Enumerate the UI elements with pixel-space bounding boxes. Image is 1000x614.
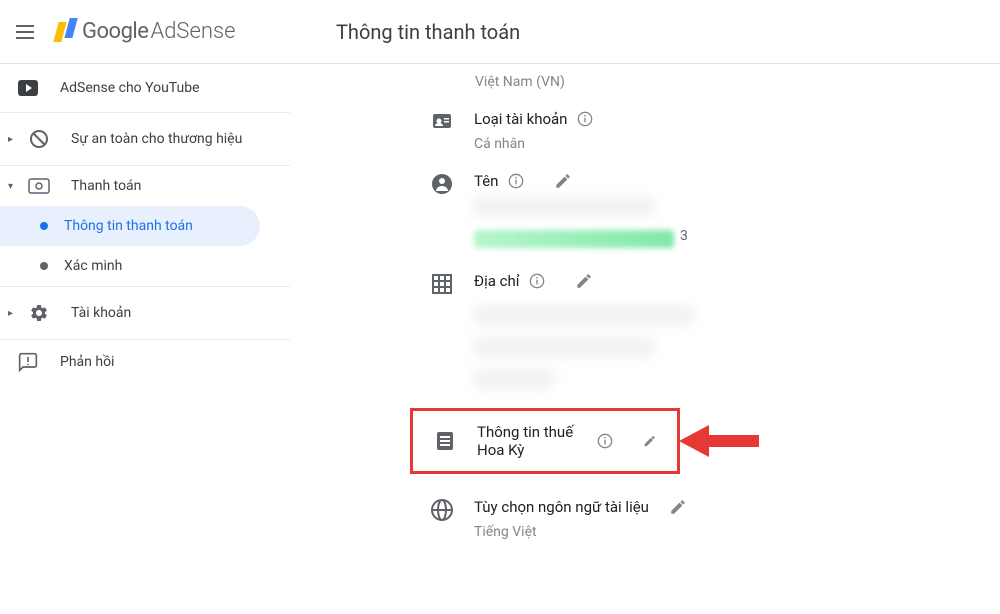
address-label: Địa chỉ: [474, 272, 519, 290]
sidebar-nav: AdSense cho YouTube ▸ Sự an toàn cho thư…: [0, 64, 290, 614]
sidebar-label: Thông tin thanh toán: [64, 218, 193, 234]
expand-arrow-icon: ▸: [8, 134, 13, 145]
address-icon: [430, 272, 454, 296]
page-title: Thông tin thanh toán: [336, 20, 520, 44]
sidebar-subitem-verify[interactable]: Xác minh: [0, 246, 290, 286]
sidebar-subitem-payment-info[interactable]: Thông tin thanh toán: [0, 206, 260, 246]
dot-icon: [40, 222, 48, 230]
brand-adsense: AdSense: [150, 19, 235, 44]
sidebar-item-feedback[interactable]: Phản hồi: [0, 340, 290, 384]
sidebar-label: Sự an toàn cho thương hiệu: [71, 131, 242, 147]
blurred-highlight: [474, 230, 674, 248]
language-label: Tùy chọn ngôn ngữ tài liệu: [474, 498, 649, 516]
info-icon[interactable]: [508, 173, 524, 189]
adsense-logo-icon: [56, 22, 74, 42]
sidebar-item-youtube[interactable]: AdSense cho YouTube: [0, 64, 290, 113]
info-icon[interactable]: [577, 111, 593, 127]
app-header: Google AdSense Thông tin thanh toán: [0, 0, 1000, 64]
blurred-name: [474, 198, 654, 216]
tax-info-label: Thông tin thuế Hoa Kỳ: [477, 423, 587, 459]
country-value: Việt Nam (VN): [330, 74, 960, 90]
sidebar-item-payments[interactable]: ▾ Thanh toán: [0, 166, 290, 206]
account-type-icon: [430, 110, 454, 134]
account-type-value: Cá nhân: [474, 136, 960, 152]
edit-icon[interactable]: [643, 432, 657, 450]
expand-arrow-icon: ▾: [8, 181, 13, 192]
brand-google: Google: [82, 19, 148, 44]
name-label: Tên: [474, 172, 498, 190]
document-icon: [433, 429, 457, 453]
edit-icon[interactable]: [669, 498, 687, 516]
edit-icon[interactable]: [575, 272, 593, 290]
feedback-icon: [16, 352, 40, 372]
payment-icon: [27, 178, 51, 194]
person-icon: [430, 172, 454, 196]
sidebar-item-brand-safety[interactable]: ▸ Sự an toàn cho thương hiệu: [0, 113, 290, 166]
globe-icon: [430, 498, 454, 522]
blurred-address: [474, 298, 960, 388]
content-area: Việt Nam (VN) Loại tài khoản Cá nhân Tên: [290, 64, 1000, 614]
sidebar-label: Phản hồi: [60, 354, 114, 370]
account-type-row: Loại tài khoản Cá nhân: [330, 110, 960, 152]
language-value: Tiếng Việt: [474, 524, 960, 540]
logo-section[interactable]: Google AdSense: [56, 19, 296, 44]
dot-icon: [40, 262, 48, 270]
account-type-label: Loại tài khoản: [474, 110, 567, 128]
info-icon[interactable]: [529, 273, 545, 289]
sidebar-label: AdSense cho YouTube: [60, 80, 200, 96]
arrow-annotation-icon: [679, 421, 759, 461]
language-row: Tùy chọn ngôn ngữ tài liệu Tiếng Việt: [330, 498, 960, 540]
info-icon[interactable]: [597, 433, 613, 449]
tax-info-highlight: Thông tin thuế Hoa Kỳ: [410, 408, 680, 474]
no-symbol-icon: [27, 129, 51, 149]
sidebar-label: Xác minh: [64, 258, 122, 274]
settings-icon: [27, 303, 51, 323]
sidebar-label: Tài khoản: [71, 305, 131, 321]
sidebar-item-account[interactable]: ▸ Tài khoản: [0, 286, 290, 340]
youtube-icon: [16, 80, 40, 96]
name-row: Tên 3: [330, 172, 960, 252]
edit-icon[interactable]: [554, 172, 572, 190]
sidebar-label: Thanh toán: [71, 178, 141, 194]
badge-value: 3: [680, 228, 688, 244]
address-row: Địa chỉ: [330, 272, 960, 388]
expand-arrow-icon: ▸: [8, 308, 13, 319]
hamburger-menu-icon[interactable]: [16, 20, 40, 44]
